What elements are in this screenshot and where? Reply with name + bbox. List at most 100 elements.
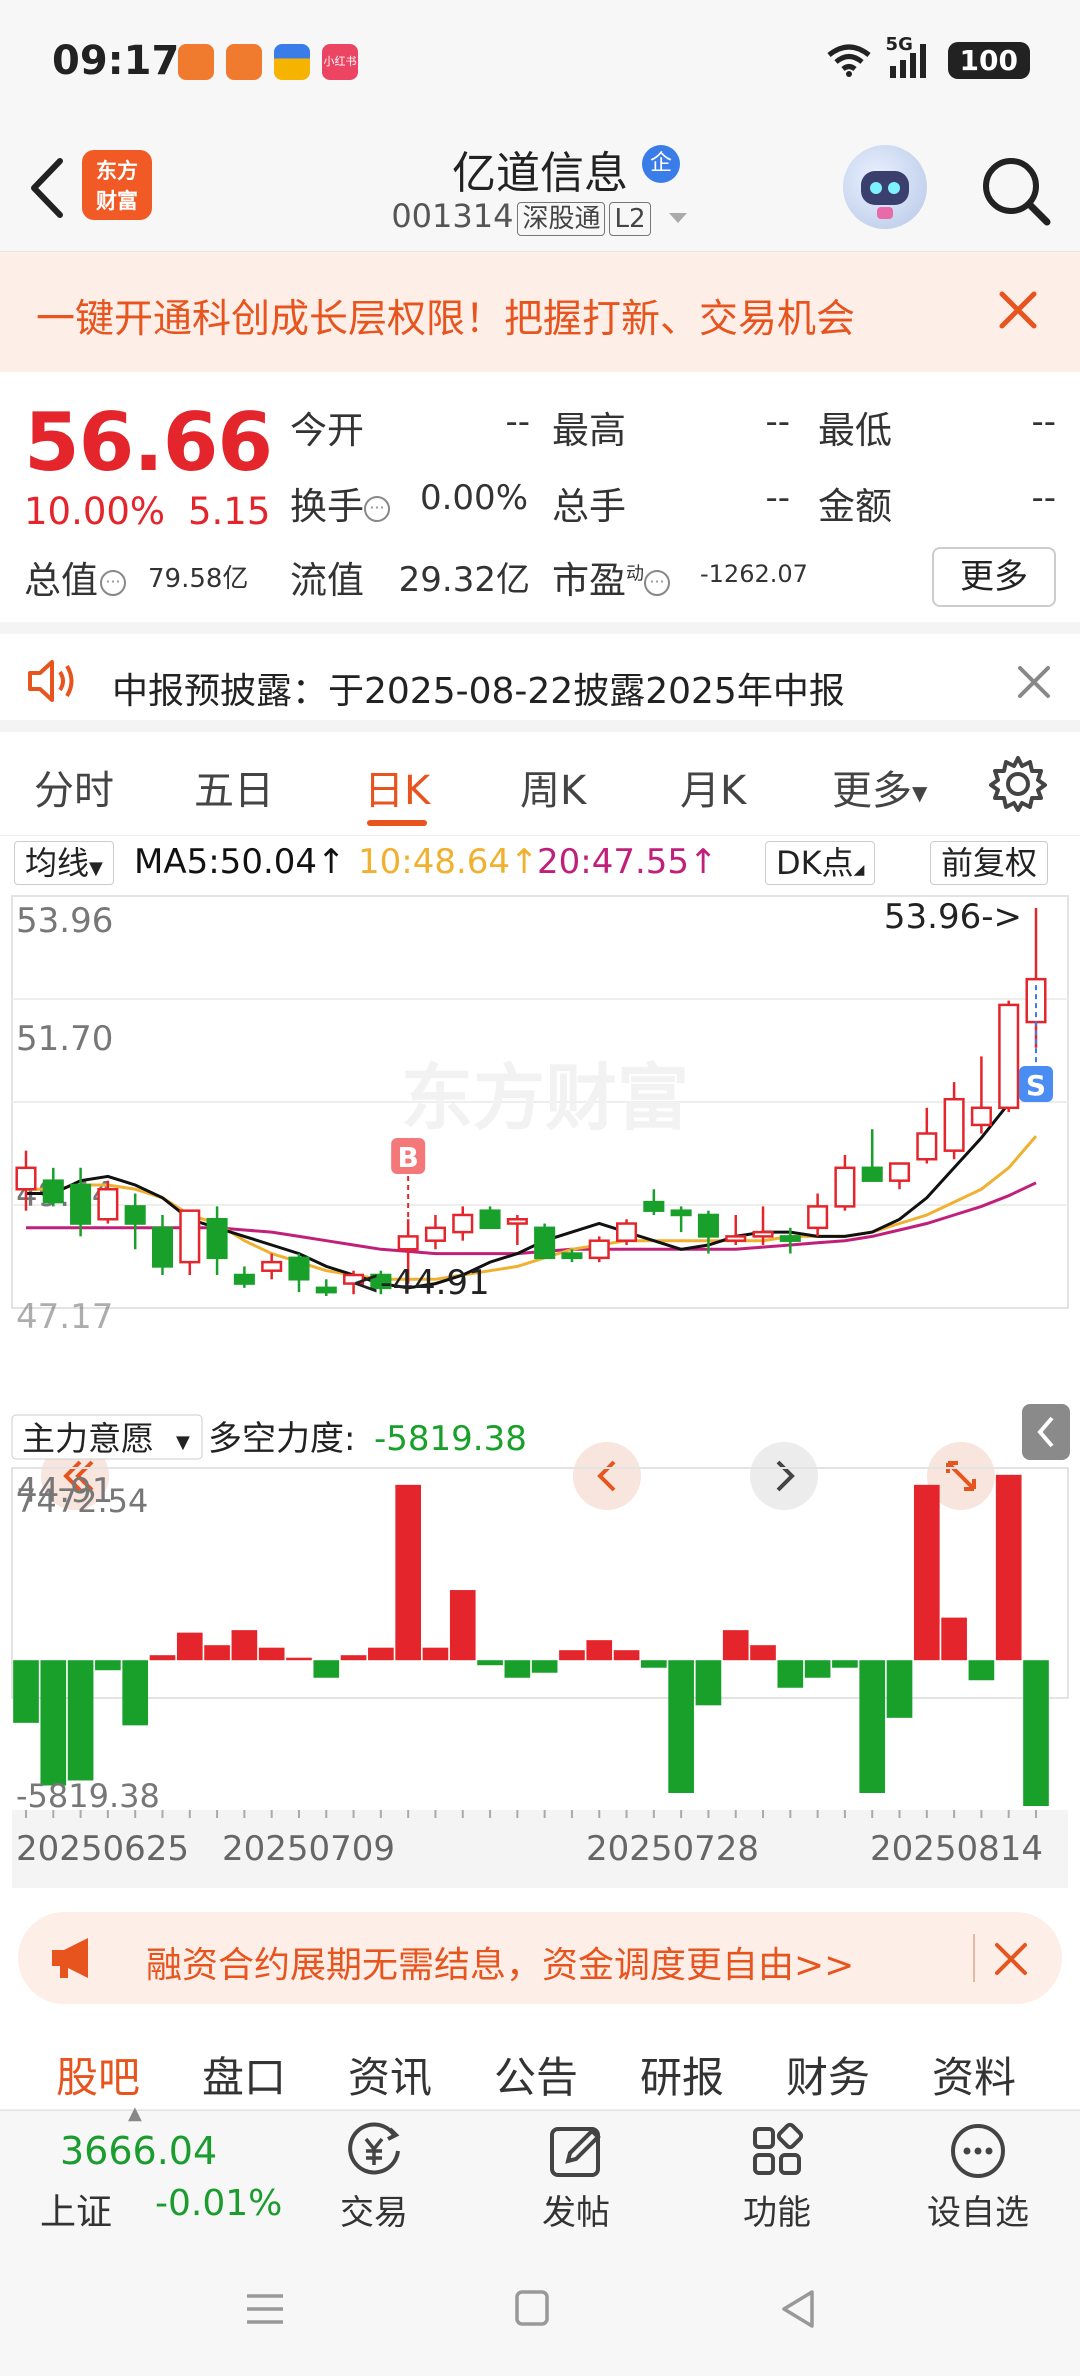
candle-body — [233, 1273, 255, 1285]
gear-icon[interactable] — [988, 754, 1048, 814]
home-icon[interactable] — [502, 2284, 562, 2334]
dropdown-triangle-icon[interactable] — [667, 210, 689, 226]
tab-five-day[interactable]: 五日 — [194, 758, 274, 816]
kline-chart[interactable]: 东方财富 53.96 51.70 49.44 47.17 44.91 53.96… — [0, 888, 1080, 1888]
close-icon[interactable] — [1012, 660, 1056, 704]
next-button[interactable] — [750, 1442, 818, 1510]
indicator-bar — [176, 1632, 203, 1661]
collapse-button[interactable] — [1022, 1404, 1070, 1460]
info-icon[interactable]: ··· — [100, 569, 126, 596]
tab-more[interactable]: 更多▼ — [832, 758, 927, 816]
current-price: 56.66 — [24, 396, 273, 489]
add-watchlist-button[interactable]: 设自选 — [918, 2121, 1038, 2241]
menu-icon[interactable] — [235, 2284, 295, 2334]
candle-body — [42, 1179, 64, 1204]
indicator-title: 主力意愿 — [22, 1419, 154, 1458]
buy-marker-text: B — [397, 1141, 418, 1174]
battery-indicator: 100 — [947, 41, 1030, 79]
status-bar: 09:17 小红书 5G 100 — [0, 0, 1080, 125]
tab-weekly-k[interactable]: 周K — [520, 758, 586, 816]
candle-body — [670, 1209, 692, 1217]
candle-body — [998, 1003, 1020, 1110]
stock-code: 001314 — [391, 197, 514, 235]
period-tabs: 分时 五日 日K 周K 月K 更多▼ — [0, 732, 1080, 836]
tab-minute[interactable]: 分时 — [34, 758, 114, 816]
dropdown-triangle-icon: ▼ — [912, 781, 928, 805]
x-tick-label: 20250814 — [870, 1829, 1043, 1869]
sell-marker-text: S — [1026, 1069, 1046, 1102]
divider — [973, 1934, 975, 1982]
adjust-button[interactable]: 前复权 — [930, 841, 1049, 885]
indicator-bar — [859, 1660, 886, 1793]
indicator-bar — [40, 1660, 67, 1786]
candle-body — [588, 1239, 610, 1260]
index-percent: -0.01% — [155, 2183, 283, 2224]
tab-news[interactable]: 资讯 — [348, 2044, 432, 2105]
indicator-bar — [777, 1660, 804, 1688]
float-cap-label: 流值 — [290, 559, 364, 602]
amount-label: 金额 — [818, 485, 892, 528]
back-nav-icon[interactable] — [768, 2284, 828, 2334]
more-button[interactable]: 更多 — [932, 547, 1056, 607]
ma-type-select[interactable]: 均线▼ — [14, 841, 114, 885]
indicator-bar — [13, 1660, 39, 1723]
tab-daily-k[interactable]: 日K — [364, 758, 430, 816]
candle — [288, 1253, 310, 1293]
enterprise-badge: 企 — [642, 145, 680, 183]
candle — [315, 1279, 337, 1296]
indicator-bar — [531, 1660, 558, 1673]
ma20-line — [26, 1181, 1037, 1256]
close-icon[interactable] — [988, 1936, 1034, 1982]
megaphone-icon — [52, 1938, 88, 1978]
tab-monthly-k[interactable]: 月K — [680, 758, 746, 816]
candle-body — [124, 1205, 146, 1225]
dk-point-button[interactable]: DK点◢ — [765, 841, 876, 885]
open-value: -- — [505, 402, 530, 442]
info-icon[interactable]: ··· — [364, 495, 390, 522]
margin-promo-banner[interactable]: 融资合约展期无需结息，资金调度更自由>> — [18, 1912, 1062, 2004]
tab-financials[interactable]: 财务 — [786, 2044, 870, 2105]
candle-body — [179, 1209, 201, 1264]
market-cap-value: 79.58亿 — [148, 564, 249, 594]
tab-announcements[interactable]: 公告 — [494, 2044, 578, 2105]
assistant-robot-icon[interactable] — [843, 145, 927, 229]
bottom-toolbar: ▲ 3666.04 上证 -0.01% 交易 发帖 功能 设自选 — [0, 2103, 1080, 2242]
function-button[interactable]: 功能 — [717, 2121, 837, 2241]
notice-bar[interactable]: 中报预披露：于2025-08-22披露2025年中报 — [0, 622, 1080, 732]
indicator-bar — [67, 1660, 94, 1781]
candle-body — [206, 1218, 228, 1260]
candle — [479, 1206, 501, 1230]
candle-body — [779, 1235, 801, 1242]
candle — [888, 1162, 911, 1190]
ma-bar: 均线▼ MA5:50.04↑ 10:48.64↑ 20:47.55↑ DK点◢ … — [0, 838, 1080, 888]
tab-profile[interactable]: 资料 — [932, 2044, 1016, 2105]
search-icon[interactable] — [975, 150, 1055, 230]
tab-guba[interactable]: 股吧 — [56, 2044, 140, 2105]
candle-body — [943, 1097, 965, 1152]
close-icon[interactable] — [990, 282, 1046, 338]
indicator-bar — [422, 1647, 449, 1661]
level-tag: L2 — [609, 202, 651, 236]
indicator-bar — [122, 1660, 149, 1726]
candle — [970, 1056, 992, 1134]
post-button[interactable]: 发帖 — [516, 2121, 636, 2241]
candle-body — [861, 1166, 883, 1182]
ma20-value: 20:47.55↑ — [537, 842, 718, 882]
turnover-value: 0.00% — [419, 478, 528, 518]
open-label: 今开 — [290, 409, 364, 452]
volume-value: -- — [765, 478, 790, 518]
notif-icon-2 — [226, 44, 262, 80]
max-price-label: 53.96-> — [884, 897, 1022, 937]
tab-research[interactable]: 研报 — [640, 2044, 724, 2105]
system-nav-bar — [0, 2242, 1080, 2376]
indicator-value: -5819.38 — [374, 1419, 527, 1459]
candle — [506, 1214, 528, 1245]
indicator-bar — [913, 1484, 940, 1661]
promo-banner[interactable]: 一键开通科创成长层权限！把握打新、交易机会 — [0, 252, 1080, 372]
tab-order-book[interactable]: 盘口 — [202, 2044, 286, 2105]
change-percent: 10.00% — [24, 490, 166, 533]
info-icon[interactable]: ··· — [644, 569, 670, 596]
trade-button[interactable]: 交易 — [314, 2121, 434, 2241]
high-value: -- — [765, 402, 790, 442]
prev-button[interactable] — [573, 1442, 641, 1510]
